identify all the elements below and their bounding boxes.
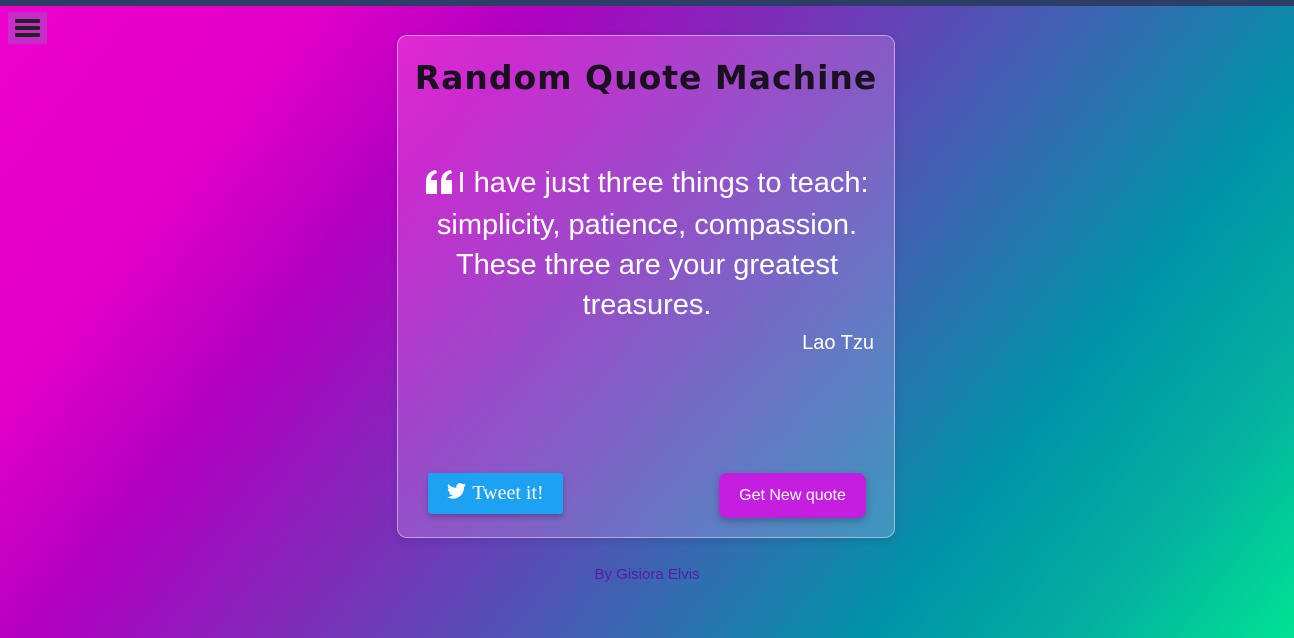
- quote-block: I have just three things to teach: simpl…: [418, 163, 876, 325]
- quote-card: Random Quote Machine I have just three t…: [397, 35, 895, 538]
- footer-credit: By Gisiora Elvis: [594, 566, 700, 583]
- top-bar: [0, 0, 1294, 6]
- quote-left-icon: [425, 165, 453, 205]
- tweet-button-label: Tweet it!: [472, 482, 544, 504]
- quote-text: I have just three things to teach: simpl…: [436, 167, 869, 321]
- page-title: Random Quote Machine: [414, 58, 878, 97]
- quote-author: Lao Tzu: [802, 332, 874, 354]
- twitter-icon: [447, 482, 467, 505]
- tweet-button[interactable]: Tweet it!: [428, 473, 563, 514]
- get-new-quote-button[interactable]: Get New quote: [719, 473, 866, 518]
- hamburger-menu-button[interactable]: [8, 12, 47, 44]
